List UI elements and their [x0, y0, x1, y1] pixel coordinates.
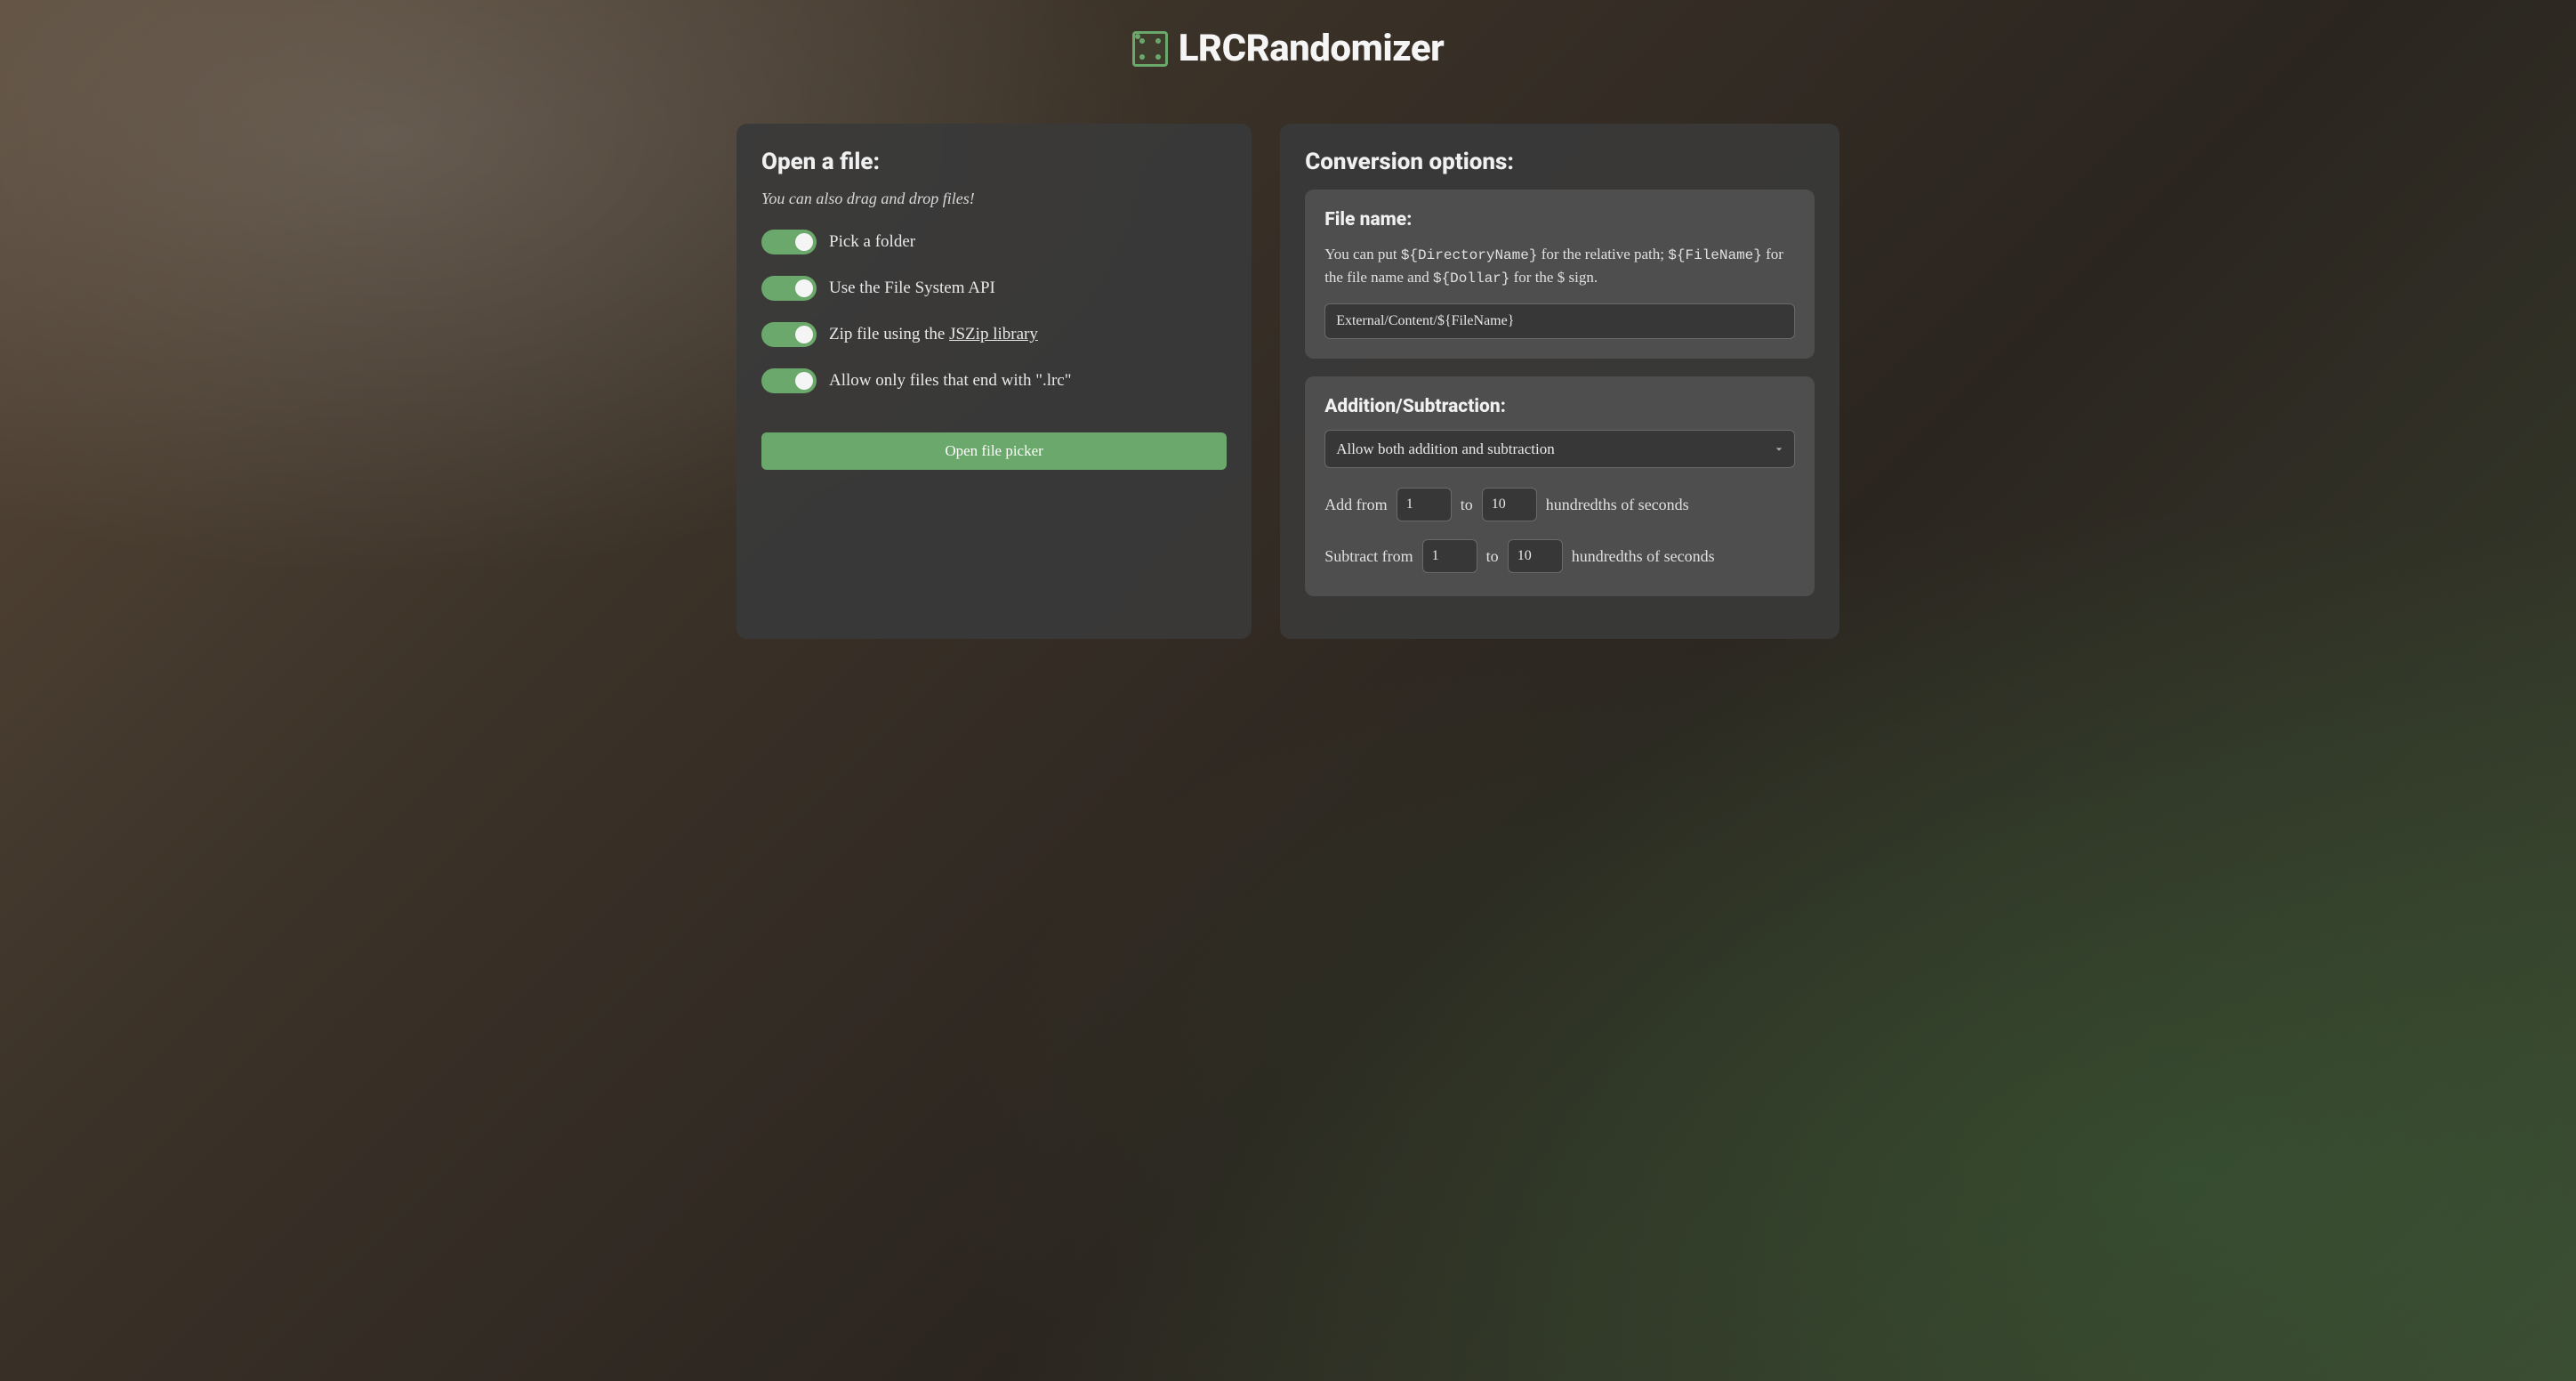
lrc-only-toggle[interactable] — [761, 368, 817, 393]
pick-folder-toggle[interactable] — [761, 230, 817, 254]
template-var: ${DirectoryName} — [1401, 247, 1538, 263]
main-container: Open a file: You can also drag and drop … — [665, 124, 1911, 639]
filename-help: You can put ${DirectoryName} for the rel… — [1324, 243, 1795, 289]
addsub-title: Addition/Subtraction: — [1324, 396, 1795, 417]
subtract-to-input[interactable] — [1508, 539, 1563, 573]
open-file-title: Open a file: — [761, 149, 1227, 175]
add-range-row: Add from to hundredths of seconds — [1324, 488, 1795, 521]
subtract-from-label: Subtract from — [1324, 547, 1413, 566]
file-system-api-toggle[interactable] — [761, 276, 817, 301]
add-to-input[interactable] — [1482, 488, 1537, 521]
dice-icon — [1132, 31, 1168, 67]
conversion-options-title: Conversion options: — [1305, 149, 1815, 175]
help-text-part: for the relative path; — [1537, 246, 1668, 262]
filename-title: File name: — [1324, 209, 1795, 230]
zip-label-prefix: Zip file using the — [829, 325, 949, 343]
help-text-part: for the $ sign. — [1509, 269, 1598, 286]
add-from-input[interactable] — [1397, 488, 1452, 521]
jszip-link[interactable]: JSZip library — [949, 325, 1038, 343]
toggle-row-fsapi: Use the File System API — [761, 276, 1227, 301]
zip-toggle[interactable] — [761, 322, 817, 347]
lrc-only-label: Allow only files that end with ".lrc" — [829, 371, 1072, 391]
pick-folder-label: Pick a folder — [829, 232, 915, 252]
to-label: to — [1461, 496, 1473, 514]
add-unit-label: hundredths of seconds — [1546, 496, 1689, 514]
toggle-row-folder: Pick a folder — [761, 230, 1227, 254]
filename-section: File name: You can put ${DirectoryName} … — [1305, 190, 1815, 359]
addsub-section: Addition/Subtraction: Allow both additio… — [1305, 376, 1815, 596]
toggle-row-zip: Zip file using the JSZip library — [761, 322, 1227, 347]
open-file-picker-button[interactable]: Open file picker — [761, 432, 1227, 470]
toggle-row-lrc: Allow only files that end with ".lrc" — [761, 368, 1227, 393]
conversion-options-panel: Conversion options: File name: You can p… — [1280, 124, 1839, 639]
app-title: LRCRandomizer — [1179, 27, 1445, 70]
addsub-mode-select[interactable]: Allow both addition and subtraction — [1324, 430, 1795, 468]
template-var: ${FileName} — [1668, 247, 1762, 263]
drag-drop-hint: You can also drag and drop files! — [761, 190, 1227, 208]
subtract-from-input[interactable] — [1422, 539, 1477, 573]
to-label: to — [1486, 547, 1499, 566]
help-text-part: You can put — [1324, 246, 1401, 262]
subtract-unit-label: hundredths of seconds — [1572, 547, 1715, 566]
app-header: LRCRandomizer — [0, 27, 2576, 70]
subtract-range-row: Subtract from to hundredths of seconds — [1324, 539, 1795, 573]
add-from-label: Add from — [1324, 496, 1388, 514]
open-file-panel: Open a file: You can also drag and drop … — [737, 124, 1252, 639]
zip-label: Zip file using the JSZip library — [829, 325, 1038, 344]
filename-input[interactable] — [1324, 303, 1795, 339]
file-system-api-label: Use the File System API — [829, 279, 995, 298]
template-var: ${Dollar} — [1433, 271, 1509, 287]
